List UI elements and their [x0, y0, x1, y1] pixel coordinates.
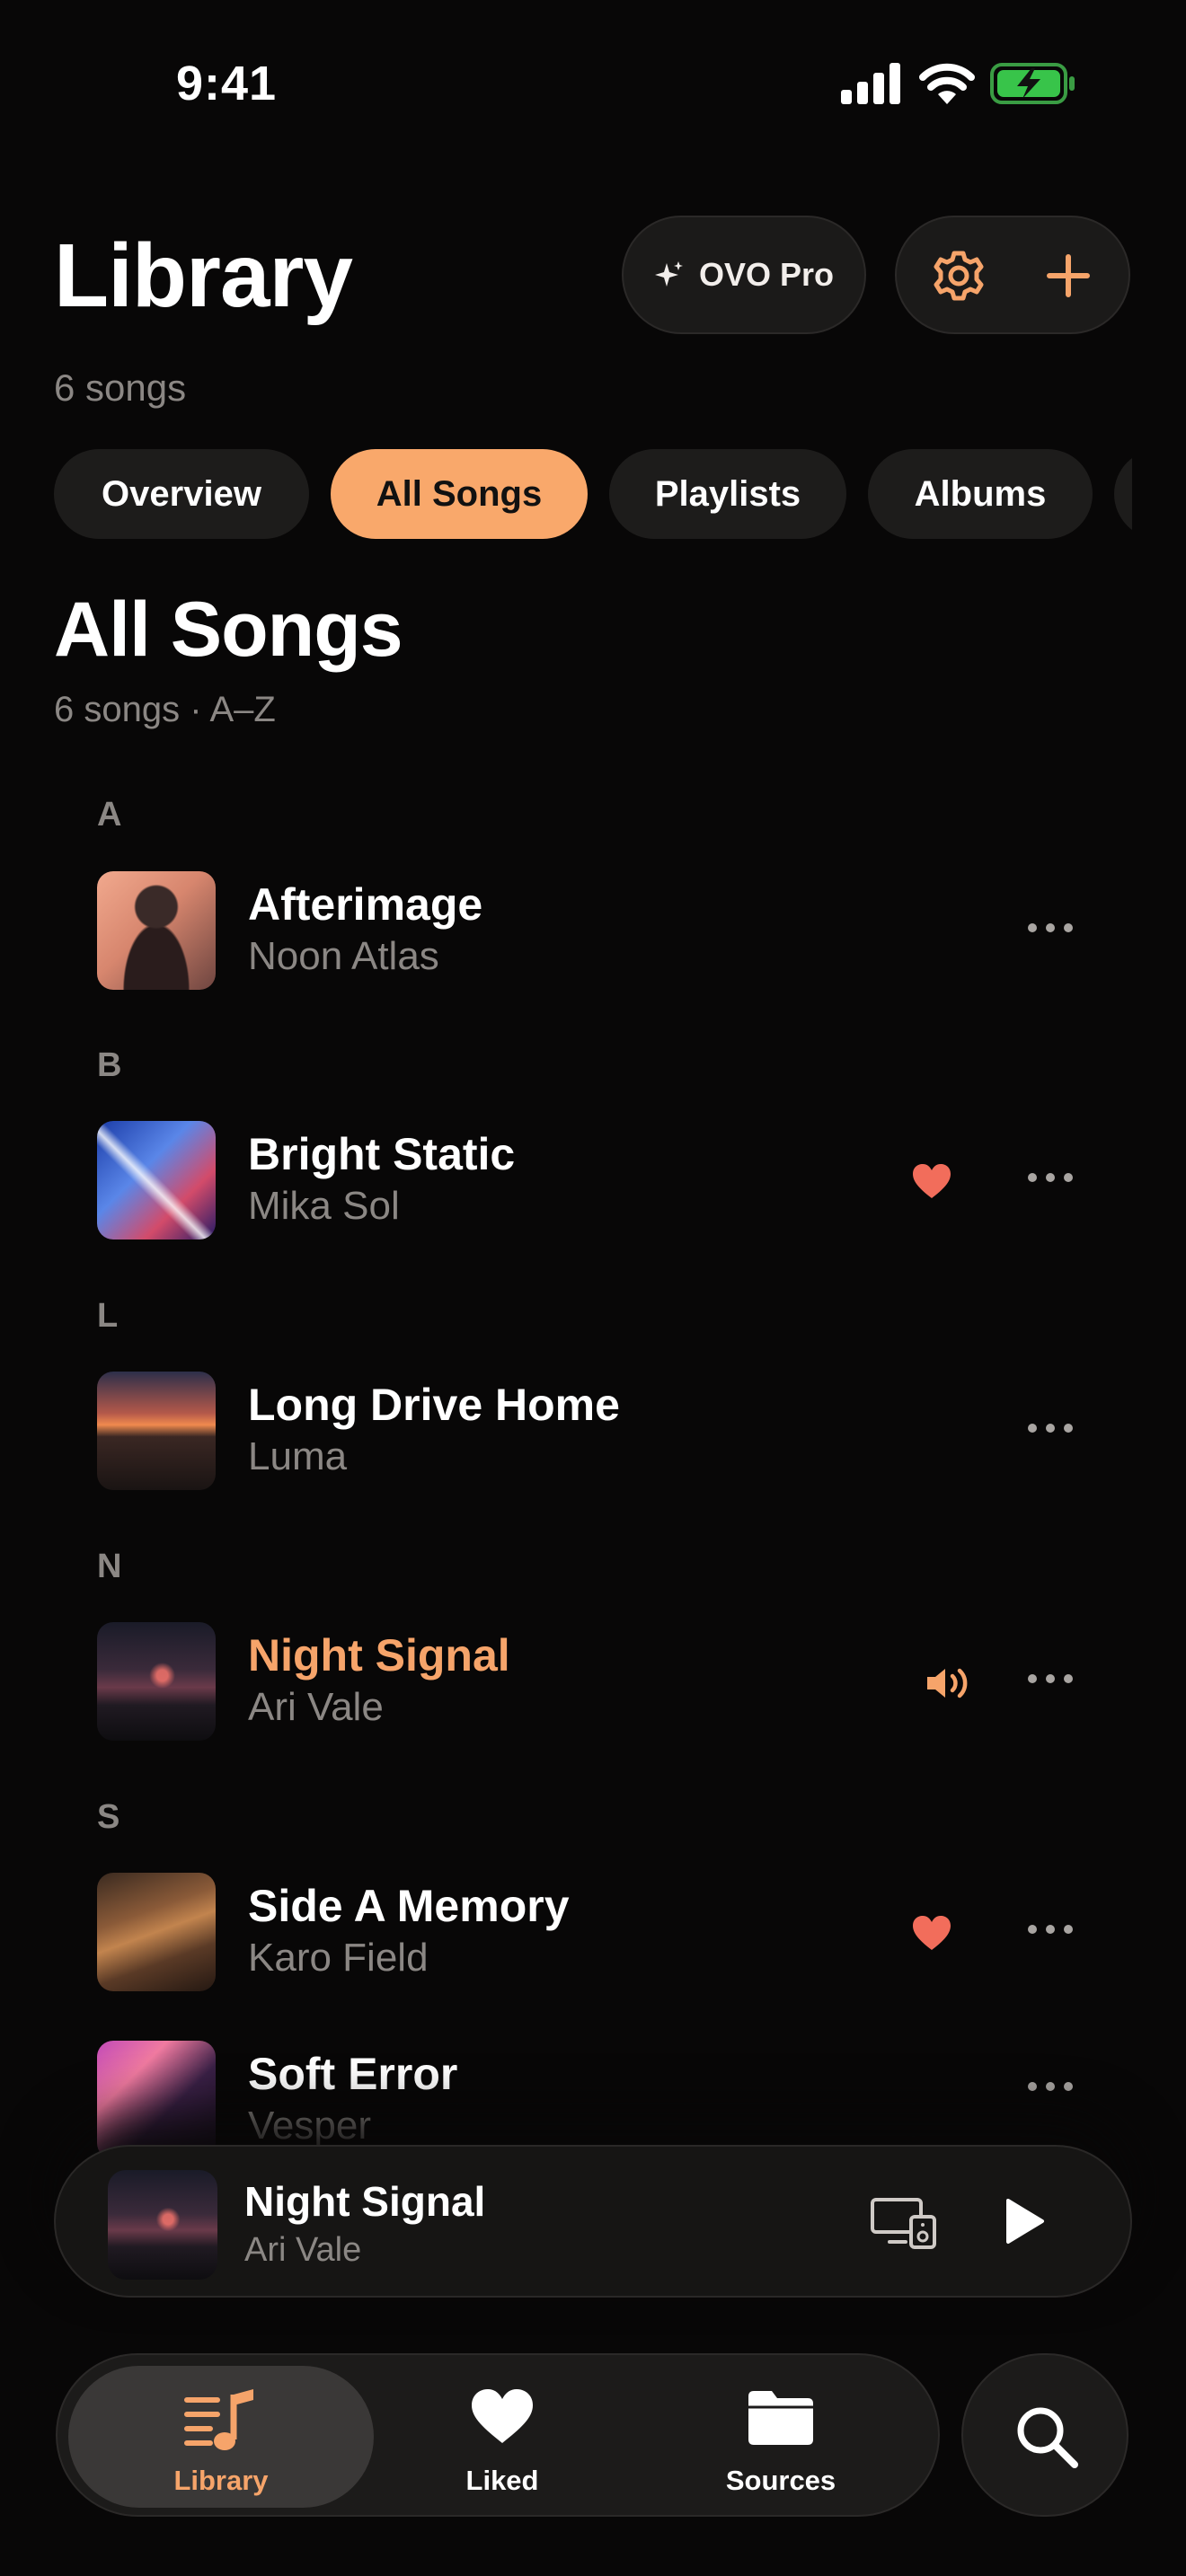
- song-title: Soft Error: [248, 2049, 458, 2099]
- song-artist: Ari Vale: [248, 1685, 384, 1729]
- output-device-icon[interactable]: [870, 2197, 938, 2249]
- song-row[interactable]: Afterimage Noon Atlas: [97, 871, 1094, 992]
- ovo-pro-label: OVO Pro: [698, 256, 835, 293]
- song-artist: Mika Sol: [248, 1184, 400, 1228]
- section-letter: N: [97, 1548, 122, 1585]
- song-count: 6 songs: [54, 366, 187, 409]
- library-tabs: Overview All Songs Playlists Albums: [54, 449, 1132, 539]
- section-subtitle: 6 songs · A–Z: [54, 690, 276, 729]
- sparkle-icon: [654, 261, 683, 287]
- play-icon[interactable]: [1001, 2197, 1046, 2245]
- song-title: Bright Static: [248, 1129, 516, 1179]
- album-art: [97, 1622, 216, 1741]
- ovo-pro-button[interactable]: OVO Pro: [622, 216, 866, 334]
- more-options-icon[interactable]: [1028, 1173, 1073, 1182]
- liked-heart-icon[interactable]: [911, 1162, 952, 1200]
- now-playing-artist: Ari Vale: [244, 2231, 362, 2269]
- liked-heart-icon[interactable]: [911, 1914, 952, 1952]
- tab-bar-sources-label: Sources: [725, 2465, 836, 2496]
- header-actions: [895, 216, 1130, 334]
- battery-charging-icon: [990, 63, 1075, 104]
- song-artist: Noon Atlas: [248, 934, 439, 978]
- heart-icon: [472, 2389, 533, 2443]
- now-playing-art: [108, 2170, 217, 2280]
- tab-bar-liked[interactable]: Liked: [390, 2366, 615, 2508]
- album-art: [97, 1873, 216, 1991]
- add-plus-icon[interactable]: [1040, 248, 1096, 304]
- album-art: [97, 871, 216, 990]
- song-row[interactable]: Side A Memory Karo Field: [97, 1873, 1094, 1993]
- tab-all-songs[interactable]: All Songs: [331, 449, 588, 539]
- album-art: [97, 1121, 216, 1239]
- search-icon: [1017, 2407, 1078, 2468]
- song-row[interactable]: Long Drive Home Luma: [97, 1372, 1094, 1492]
- tab-bar-library[interactable]: Library: [68, 2366, 374, 2508]
- more-options-icon[interactable]: [1028, 1424, 1073, 1433]
- folder-icon: [748, 2391, 813, 2445]
- more-options-icon[interactable]: [1028, 1925, 1073, 1934]
- section-letter: L: [97, 1297, 119, 1335]
- tab-more[interactable]: [1114, 449, 1132, 539]
- mini-player[interactable]: Night Signal Ari Vale: [54, 2145, 1132, 2298]
- song-artist: Karo Field: [248, 1936, 429, 1980]
- speaker-playing-icon: [927, 1668, 968, 1698]
- song-row-now-playing[interactable]: Night Signal Ari Vale: [97, 1622, 1094, 1742]
- bottom-tab-bar: Library Liked Sources: [56, 2353, 940, 2517]
- settings-gear-icon[interactable]: [929, 246, 988, 305]
- song-title: Night Signal: [248, 1630, 510, 1681]
- more-options-icon[interactable]: [1028, 1674, 1073, 1683]
- tab-bar-library-label: Library: [173, 2465, 269, 2496]
- status-time: 9:41: [176, 57, 278, 110]
- more-options-icon[interactable]: [1028, 923, 1073, 932]
- tab-bar-liked-label: Liked: [465, 2465, 539, 2496]
- song-artist: Luma: [248, 1434, 348, 1478]
- tab-albums[interactable]: Albums: [868, 449, 1093, 539]
- page-title: Library: [54, 225, 353, 326]
- tab-overview[interactable]: Overview: [54, 449, 309, 539]
- song-title: Side A Memory: [248, 1881, 570, 1931]
- cellular-signal-icon: [841, 63, 900, 104]
- now-playing-title: Night Signal: [244, 2178, 486, 2225]
- tab-bar-sources[interactable]: Sources: [668, 2366, 893, 2508]
- section-letter: A: [97, 796, 122, 834]
- wifi-icon: [919, 63, 975, 104]
- section-title: All Songs: [54, 587, 403, 673]
- song-row[interactable]: Soft Error Vesper: [97, 2041, 1094, 2161]
- album-art: [97, 1372, 216, 1490]
- status-bar: 9:41: [0, 0, 1186, 171]
- song-title: Afterimage: [248, 879, 483, 930]
- section-letter: B: [97, 1046, 122, 1084]
- more-options-icon[interactable]: [1028, 2082, 1073, 2091]
- song-title: Long Drive Home: [248, 1380, 620, 1430]
- section-letter: S: [97, 1798, 120, 1836]
- song-artist: Vesper: [248, 2104, 371, 2148]
- search-button[interactable]: [961, 2353, 1128, 2517]
- tab-playlists[interactable]: Playlists: [609, 449, 846, 539]
- song-row[interactable]: Bright Static Mika Sol: [97, 1121, 1094, 1241]
- library-icon: [184, 2389, 253, 2450]
- album-art: [97, 2041, 216, 2159]
